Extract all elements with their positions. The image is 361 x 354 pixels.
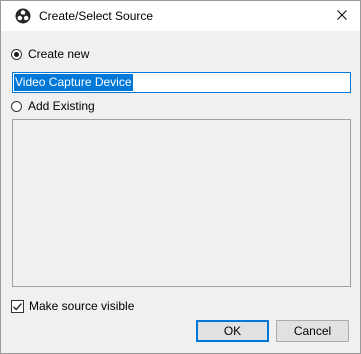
make-visible-label: Make source visible (29, 299, 135, 313)
create-select-source-dialog: Create/Select Source Create new Video Ca… (0, 0, 361, 354)
add-existing-radio[interactable] (11, 100, 22, 112)
ok-button-label: OK (223, 324, 242, 338)
make-visible-option[interactable]: Make source visible (11, 298, 134, 314)
checkmark-icon (13, 302, 22, 310)
source-name-value: Video Capture Device (14, 74, 133, 91)
ok-button[interactable]: OK (196, 320, 269, 342)
cancel-button[interactable]: Cancel (276, 320, 349, 342)
add-existing-label: Add Existing (28, 99, 95, 113)
window-title: Create/Select Source (39, 9, 154, 23)
cancel-button-label: Cancel (293, 324, 332, 338)
title-bar[interactable]: Create/Select Source (1, 1, 360, 31)
obs-logo-icon (15, 8, 31, 24)
add-existing-option[interactable]: Add Existing (11, 98, 95, 114)
close-button[interactable] (324, 1, 360, 31)
close-icon (337, 9, 347, 23)
create-new-label: Create new (28, 47, 90, 61)
make-visible-checkbox[interactable] (11, 299, 24, 313)
create-new-option[interactable]: Create new (11, 46, 89, 62)
existing-sources-list[interactable] (12, 119, 351, 287)
source-name-input[interactable]: Video Capture Device (12, 72, 351, 93)
create-new-radio[interactable] (11, 48, 22, 60)
